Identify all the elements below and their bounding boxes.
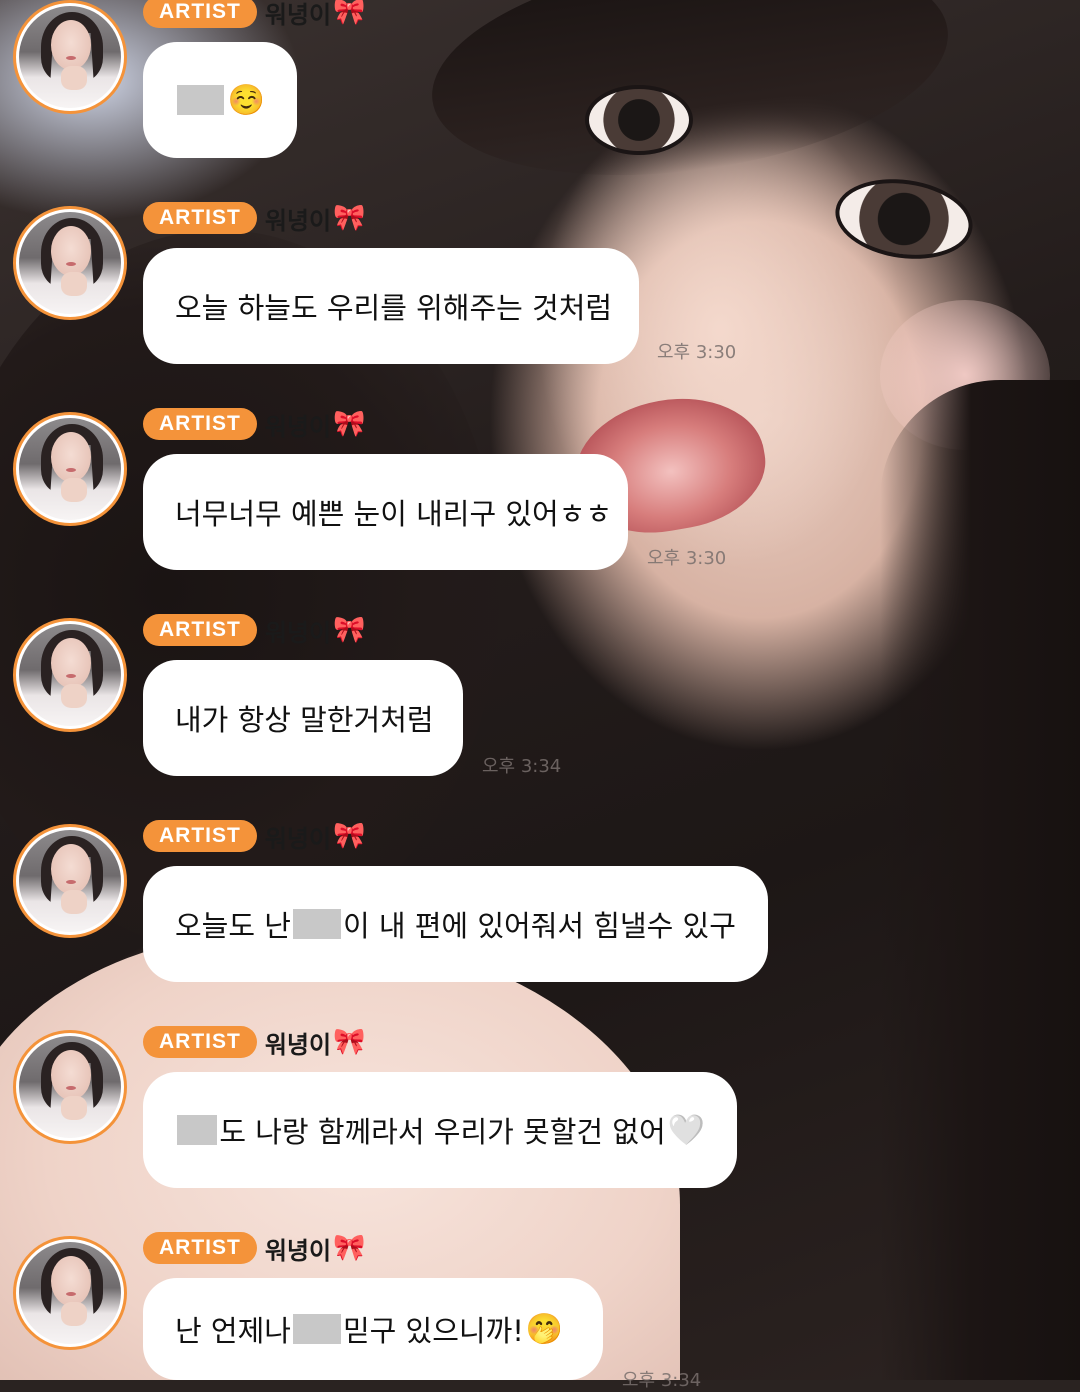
ribbon-icon: 🎀 (333, 1233, 366, 1263)
message-header: ARTIST 워녕이 🎀 (143, 201, 365, 235)
avatar-photo (19, 830, 121, 932)
message-header: ARTIST 워녕이 🎀 (143, 0, 365, 29)
redacted-name (177, 85, 224, 115)
sender-name[interactable]: 워녕이 (265, 407, 331, 442)
white-heart-icon: 🤍 (667, 1112, 705, 1148)
sender-name[interactable]: 워녕이 (265, 201, 331, 236)
sender-name[interactable]: 워녕이 (265, 613, 331, 648)
message-text: 오늘 하늘도 우리를 위해주는 것처럼 (175, 291, 613, 325)
artist-badge: ARTIST (143, 0, 257, 28)
message-text: 내가 항상 말한거처럼 (175, 703, 434, 737)
chat-feed[interactable]: ARTIST 워녕이 🎀 ☺️ ARTIST 워녕이 🎀 오늘 하늘도 우리를 … (0, 0, 1080, 1391)
message-text: 오늘도 난 (175, 909, 291, 943)
artist-badge: ARTIST (143, 202, 257, 234)
redacted-name (292, 1314, 341, 1344)
message-bubble[interactable]: 오늘도 난 이 내 편에 있어줘서 힘낼수 있구 (143, 866, 768, 982)
avatar-photo (19, 6, 121, 108)
ribbon-icon: 🎀 (333, 203, 366, 233)
message-bubble[interactable]: ☺️ (143, 42, 297, 158)
message-header: ARTIST 워녕이 🎀 (143, 1231, 365, 1265)
message-header: ARTIST 워녕이 🎀 (143, 1025, 365, 1059)
message-timestamp: 오후 3:34 (622, 1370, 702, 1391)
message-timestamp: 오후 3:34 (482, 756, 562, 777)
sender-name[interactable]: 워녕이 (265, 0, 331, 30)
avatar-photo (19, 624, 121, 726)
artist-avatar[interactable] (13, 0, 127, 114)
message-bubble[interactable]: 내가 항상 말한거처럼 (143, 660, 463, 776)
avatar-photo (19, 418, 121, 520)
message-bubble[interactable]: 너무너무 예쁜 눈이 내리구 있어ㅎㅎ (143, 454, 628, 570)
artist-avatar[interactable] (13, 1236, 127, 1350)
face-with-hand-over-mouth-icon: 🤭 (525, 1311, 564, 1347)
message-timestamp: 오후 3:30 (657, 342, 737, 363)
artist-badge: ARTIST (143, 1026, 257, 1058)
ribbon-icon: 🎀 (333, 615, 366, 645)
sender-name[interactable]: 워녕이 (265, 819, 331, 854)
message-header: ARTIST 워녕이 🎀 (143, 407, 365, 441)
ribbon-icon: 🎀 (333, 0, 366, 27)
artist-avatar[interactable] (13, 824, 127, 938)
message-header: ARTIST 워녕이 🎀 (143, 819, 365, 853)
artist-avatar[interactable] (13, 412, 127, 526)
message-text: 너무너무 예쁜 눈이 내리구 있어ㅎㅎ (175, 497, 613, 531)
artist-badge: ARTIST (143, 614, 257, 646)
redacted-name (177, 1115, 218, 1145)
message-timestamp: 오후 3:30 (647, 548, 727, 569)
message-bubble[interactable]: 도 나랑 함께라서 우리가 못할건 없어 🤍 (143, 1072, 737, 1188)
message-text: 도 나랑 함께라서 우리가 못할건 없어 (219, 1115, 666, 1149)
message-bubble[interactable]: 난 언제나 믿구 있으니까! 🤭 (143, 1278, 603, 1380)
ribbon-icon: 🎀 (333, 1027, 366, 1057)
ribbon-icon: 🎀 (333, 821, 366, 851)
ribbon-icon: 🎀 (333, 409, 366, 439)
sender-name[interactable]: 워녕이 (265, 1231, 331, 1266)
avatar-photo (19, 1242, 121, 1344)
message-text: 이 내 편에 있어줘서 힘낼수 있구 (342, 909, 736, 943)
message-text: 믿구 있으니까! (342, 1314, 524, 1348)
redacted-name (292, 909, 341, 939)
artist-badge: ARTIST (143, 408, 257, 440)
message-bubble[interactable]: 오늘 하늘도 우리를 위해주는 것처럼 (143, 248, 639, 364)
avatar-photo (19, 212, 121, 314)
artist-avatar[interactable] (13, 618, 127, 732)
message-text: 난 언제나 (175, 1314, 291, 1348)
avatar-photo (19, 1036, 121, 1138)
message-header: ARTIST 워녕이 🎀 (143, 613, 365, 647)
smiling-face-icon: ☺️ (227, 82, 265, 118)
artist-avatar[interactable] (13, 206, 127, 320)
sender-name[interactable]: 워녕이 (265, 1025, 331, 1060)
artist-avatar[interactable] (13, 1030, 127, 1144)
artist-badge: ARTIST (143, 820, 257, 852)
artist-badge: ARTIST (143, 1232, 257, 1264)
